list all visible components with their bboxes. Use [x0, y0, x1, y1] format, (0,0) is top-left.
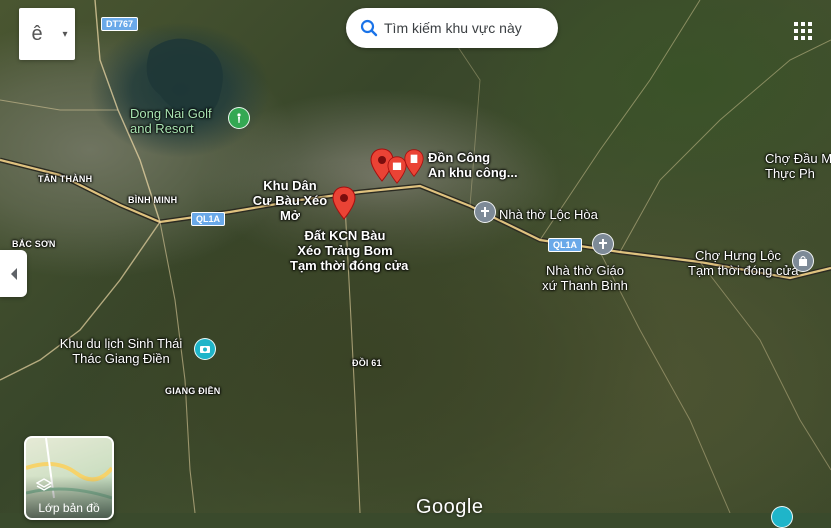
search-this-area-button[interactable]: Tìm kiếm khu vực này [346, 8, 558, 48]
place-cho-hung-loc-label[interactable]: Chợ Hưng Lộc Tạm thời đóng cửa [688, 248, 799, 278]
place-don-cong-an-line2: An khu công... [428, 165, 518, 180]
place-kcn-label[interactable]: Đất KCN Bàu Xéo Trảng Bom Tạm thời đóng … [290, 228, 409, 273]
place-khu-dan-cu-status: Mở [279, 208, 301, 223]
place-don-cong-an-label[interactable]: Đồn Công An khu công... [428, 150, 518, 180]
route-shield-dt767: DT767 [101, 17, 139, 31]
route-shield-ql1a-west: QL1A [191, 212, 226, 226]
poi-partial-icon[interactable] [771, 506, 793, 528]
locality-bac-son: BẮC SƠN [12, 239, 56, 249]
layers-button[interactable]: Lớp bản đồ [24, 436, 114, 520]
route-shield-ql1a-east: QL1A [548, 238, 583, 252]
place-cho-dau-moi-line2: Thực Ph [765, 166, 815, 181]
search-icon [360, 19, 378, 37]
place-golf-label[interactable]: Dong Nai Golf and Resort [130, 106, 212, 136]
place-cho-dau-moi-label[interactable]: Chợ Đầu M Thực Ph [765, 151, 831, 181]
place-nha-tho-giao-xu-line2: xứ Thanh Bình [542, 278, 628, 293]
locality-binh-minh: BÌNH MINH [128, 195, 178, 205]
church-icon[interactable] [592, 233, 614, 255]
map-type-glyph: ê [31, 22, 43, 45]
lake [146, 38, 223, 116]
place-golf-line1: Dong Nai Golf [130, 106, 212, 121]
place-don-cong-an-line1: Đồn Công [428, 150, 491, 165]
apps-grid-icon [794, 22, 812, 40]
place-nha-tho-loc-hoa[interactable]: Nhà thờ Lộc Hòa [499, 207, 598, 222]
camera-icon[interactable] [194, 338, 216, 360]
place-khu-dan-cu-label[interactable]: Khu Dân Cư Bàu Xéo Mở [250, 178, 330, 223]
place-nha-tho-giao-xu-line1: Nhà thờ Giáo [546, 263, 624, 278]
chevron-down-icon[interactable]: ▾ [55, 29, 75, 40]
place-kcn-status: Tạm thời đóng cửa [290, 258, 409, 273]
chevron-left-icon [10, 267, 17, 280]
place-golf-line2: and Resort [130, 121, 194, 136]
place-cho-hung-loc-status: Tạm thời đóng cửa [688, 263, 799, 278]
map-type-selector[interactable]: ê ▾ [19, 8, 75, 60]
place-nha-tho-giao-xu-label[interactable]: Nhà thờ Giáo xứ Thanh Bình [530, 263, 640, 293]
map-pin-police-icon[interactable] [404, 148, 424, 178]
place-khu-du-lich-label[interactable]: Khu du lịch Sinh Thái Thác Giang Điền [50, 336, 192, 366]
satellite-map[interactable]: DT767 QL1A QL1A TÂN THÀNH BÌNH MINH BẮC … [0, 0, 831, 528]
locality-tan-thanh: TÂN THÀNH [38, 174, 93, 184]
place-khu-dan-cu-line1: Khu Dân [263, 178, 317, 193]
place-kcn-line2: Xéo Trảng Bom [297, 243, 393, 258]
apps-grid-button[interactable] [788, 16, 818, 46]
map-pin-icon[interactable] [332, 186, 356, 220]
place-cho-dau-moi-line1: Chợ Đầu M [765, 151, 831, 166]
place-khu-du-lich-line1: Khu du lịch Sinh Thái [59, 336, 183, 351]
google-logo: Google [416, 496, 484, 518]
locality-doi-61: ĐỒI 61 [352, 358, 382, 368]
search-this-area-label: Tìm kiếm khu vực này [384, 20, 522, 36]
place-cho-hung-loc-name: Chợ Hưng Lộc [695, 248, 781, 263]
collapse-side-panel-button[interactable] [0, 250, 27, 297]
locality-giang-dien: GIANG ĐIỀN [165, 386, 221, 396]
church-icon[interactable] [474, 201, 496, 223]
place-khu-dan-cu-line2: Cư Bàu Xéo [252, 193, 328, 208]
shopping-bag-icon[interactable] [792, 250, 814, 272]
golf-icon[interactable] [228, 107, 250, 129]
place-khu-du-lich-line2: Thác Giang Điền [72, 351, 170, 366]
place-kcn-line1: Đất KCN Bàu [304, 228, 386, 243]
layers-icon [36, 478, 52, 491]
